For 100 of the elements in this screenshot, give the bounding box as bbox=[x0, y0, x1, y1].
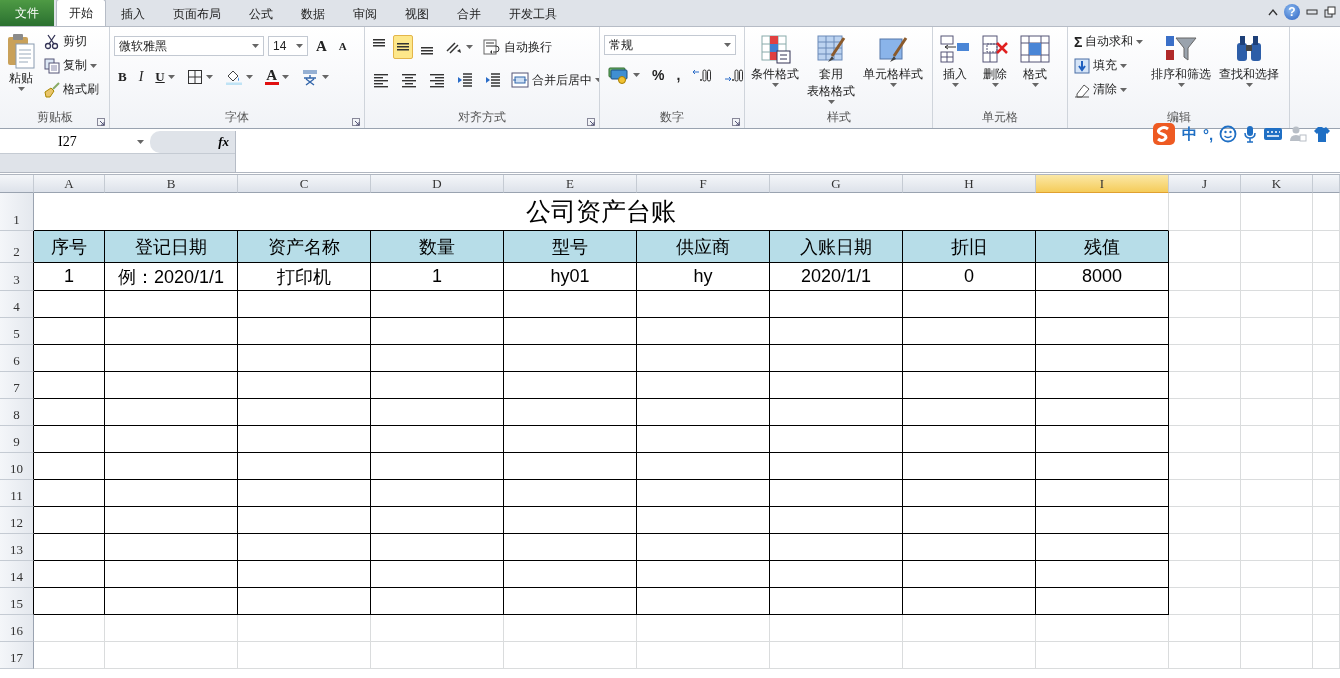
sheet-cell[interactable] bbox=[1313, 453, 1340, 480]
ribbon-button[interactable]: 格式 bbox=[1017, 31, 1053, 108]
sheet-cell[interactable] bbox=[1313, 345, 1340, 372]
ribbon-button[interactable]: 单元格样式 bbox=[861, 31, 925, 108]
ribbon-button[interactable]: 清除 bbox=[1072, 79, 1146, 100]
row-header[interactable]: 12 bbox=[0, 507, 34, 534]
sheet-cell[interactable] bbox=[1313, 231, 1340, 263]
sheet-cell[interactable] bbox=[1241, 507, 1313, 534]
sheet-cell[interactable] bbox=[1241, 291, 1313, 318]
column-header[interactable]: H bbox=[903, 175, 1036, 193]
format-button[interactable]: A bbox=[312, 35, 331, 57]
sheet-cell[interactable] bbox=[1313, 193, 1340, 231]
ribbon-tab[interactable]: 页面布局 bbox=[160, 1, 234, 26]
row-header[interactable]: 8 bbox=[0, 399, 34, 426]
sheet-cell[interactable] bbox=[1169, 263, 1241, 291]
sheet-cell[interactable] bbox=[1241, 588, 1313, 615]
sheet-cell[interactable] bbox=[504, 642, 637, 669]
sheet-cell[interactable] bbox=[371, 615, 504, 642]
column-header[interactable]: G bbox=[770, 175, 903, 193]
sheet-cell[interactable] bbox=[34, 642, 105, 669]
dropdown-field[interactable]: 常规 bbox=[604, 35, 736, 55]
ribbon-tab[interactable]: 开发工具 bbox=[496, 1, 570, 26]
sheet-cell[interactable] bbox=[770, 642, 903, 669]
sheet-cell[interactable] bbox=[105, 642, 238, 669]
sheet-cell[interactable] bbox=[105, 615, 238, 642]
format-button[interactable]: A bbox=[260, 66, 293, 88]
format-button[interactable]: B bbox=[114, 66, 131, 88]
sheet-cell[interactable] bbox=[1241, 263, 1313, 291]
format-button[interactable]: A bbox=[334, 35, 351, 57]
ribbon-tab[interactable]: 合并 bbox=[444, 1, 494, 26]
sheet-cell[interactable] bbox=[1241, 642, 1313, 669]
sheet-cell[interactable] bbox=[1169, 588, 1241, 615]
sheet-cell[interactable] bbox=[1241, 453, 1313, 480]
sheet-cell[interactable] bbox=[1169, 480, 1241, 507]
ribbon-button[interactable]: 粘贴 bbox=[4, 31, 38, 108]
sheet-cell[interactable] bbox=[238, 615, 371, 642]
sheet-cell[interactable] bbox=[1169, 426, 1241, 453]
column-header[interactable]: F bbox=[637, 175, 770, 193]
dropdown-field[interactable]: 微软雅黑 bbox=[114, 36, 264, 56]
sheet-cell[interactable] bbox=[1169, 507, 1241, 534]
row-header[interactable]: 16 bbox=[0, 615, 34, 642]
ribbon-tab[interactable]: 文件 bbox=[0, 0, 54, 26]
sheet-cell[interactable] bbox=[1169, 561, 1241, 588]
row-header[interactable]: 5 bbox=[0, 318, 34, 345]
column-header[interactable]: I bbox=[1036, 175, 1169, 193]
ribbon-tab[interactable]: 视图 bbox=[392, 1, 442, 26]
ribbon-button[interactable]: Σ 自动求和 bbox=[1072, 31, 1146, 52]
format-button[interactable]: % bbox=[648, 64, 669, 86]
sheet-cell[interactable] bbox=[1169, 231, 1241, 263]
sheet-cell[interactable] bbox=[1313, 318, 1340, 345]
row-header[interactable]: 10 bbox=[0, 453, 34, 480]
sheet-cell[interactable] bbox=[903, 642, 1036, 669]
ribbon-tab[interactable]: 数据 bbox=[288, 1, 338, 26]
row-header[interactable]: 2 bbox=[0, 231, 34, 263]
sheet-cell[interactable] bbox=[1313, 399, 1340, 426]
input-mode-toggle[interactable]: 中 bbox=[1182, 124, 1197, 144]
sheet-cell[interactable] bbox=[34, 615, 105, 642]
row-header[interactable]: 15 bbox=[0, 588, 34, 615]
ribbon-button[interactable]: 格式刷 bbox=[42, 79, 101, 100]
sheet-cell[interactable] bbox=[1241, 480, 1313, 507]
sheet-cell[interactable] bbox=[1241, 318, 1313, 345]
ribbon-button[interactable]: 复制 bbox=[42, 55, 101, 76]
align-button[interactable] bbox=[393, 35, 413, 59]
row-header[interactable]: 13 bbox=[0, 534, 34, 561]
sheet-cell[interactable] bbox=[504, 615, 637, 642]
row-header[interactable]: 4 bbox=[0, 291, 34, 318]
sheet-cell[interactable] bbox=[1313, 642, 1340, 669]
format-button[interactable]: , bbox=[672, 64, 685, 86]
row-header[interactable]: 1 bbox=[0, 193, 34, 231]
ribbon-button[interactable]: 删除 bbox=[977, 31, 1013, 108]
column-header[interactable]: K bbox=[1241, 175, 1313, 193]
sheet-cell[interactable] bbox=[1169, 642, 1241, 669]
sheet-cell[interactable] bbox=[1313, 534, 1340, 561]
sheet-cell[interactable] bbox=[238, 642, 371, 669]
sheet-cell[interactable] bbox=[637, 642, 770, 669]
ribbon-button[interactable]: 套用 表格格式 bbox=[805, 31, 857, 108]
ribbon-tab[interactable]: 插入 bbox=[108, 1, 158, 26]
sheet-cell[interactable] bbox=[1241, 345, 1313, 372]
ribbon-button[interactable]: 插入 bbox=[937, 31, 973, 108]
sheet-cell[interactable] bbox=[1313, 426, 1340, 453]
ribbon-button[interactable]: 合并后居中 bbox=[509, 69, 599, 91]
row-header[interactable]: 3 bbox=[0, 263, 34, 291]
sheet-cell[interactable] bbox=[1241, 534, 1313, 561]
ribbon-button[interactable]: 条件格式 bbox=[749, 31, 801, 108]
ribbon-tab[interactable]: 审阅 bbox=[340, 1, 390, 26]
sheet-cell[interactable] bbox=[1169, 372, 1241, 399]
row-header[interactable]: 17 bbox=[0, 642, 34, 669]
sheet-cell[interactable] bbox=[1313, 372, 1340, 399]
sheet-cell[interactable] bbox=[903, 615, 1036, 642]
column-header[interactable]: E bbox=[504, 175, 637, 193]
sheet-cell[interactable] bbox=[770, 615, 903, 642]
sheet-cell[interactable] bbox=[1241, 372, 1313, 399]
sheet-cell[interactable] bbox=[1169, 534, 1241, 561]
sheet-cell[interactable] bbox=[1313, 263, 1340, 291]
sheet-cell[interactable] bbox=[1169, 291, 1241, 318]
ribbon-button[interactable]: 剪切 bbox=[42, 31, 101, 52]
ribbon-button[interactable]: 自动换行 bbox=[481, 36, 554, 58]
sheet-cell[interactable] bbox=[371, 642, 504, 669]
column-header[interactable]: D bbox=[371, 175, 504, 193]
column-header[interactable]: J bbox=[1169, 175, 1241, 193]
